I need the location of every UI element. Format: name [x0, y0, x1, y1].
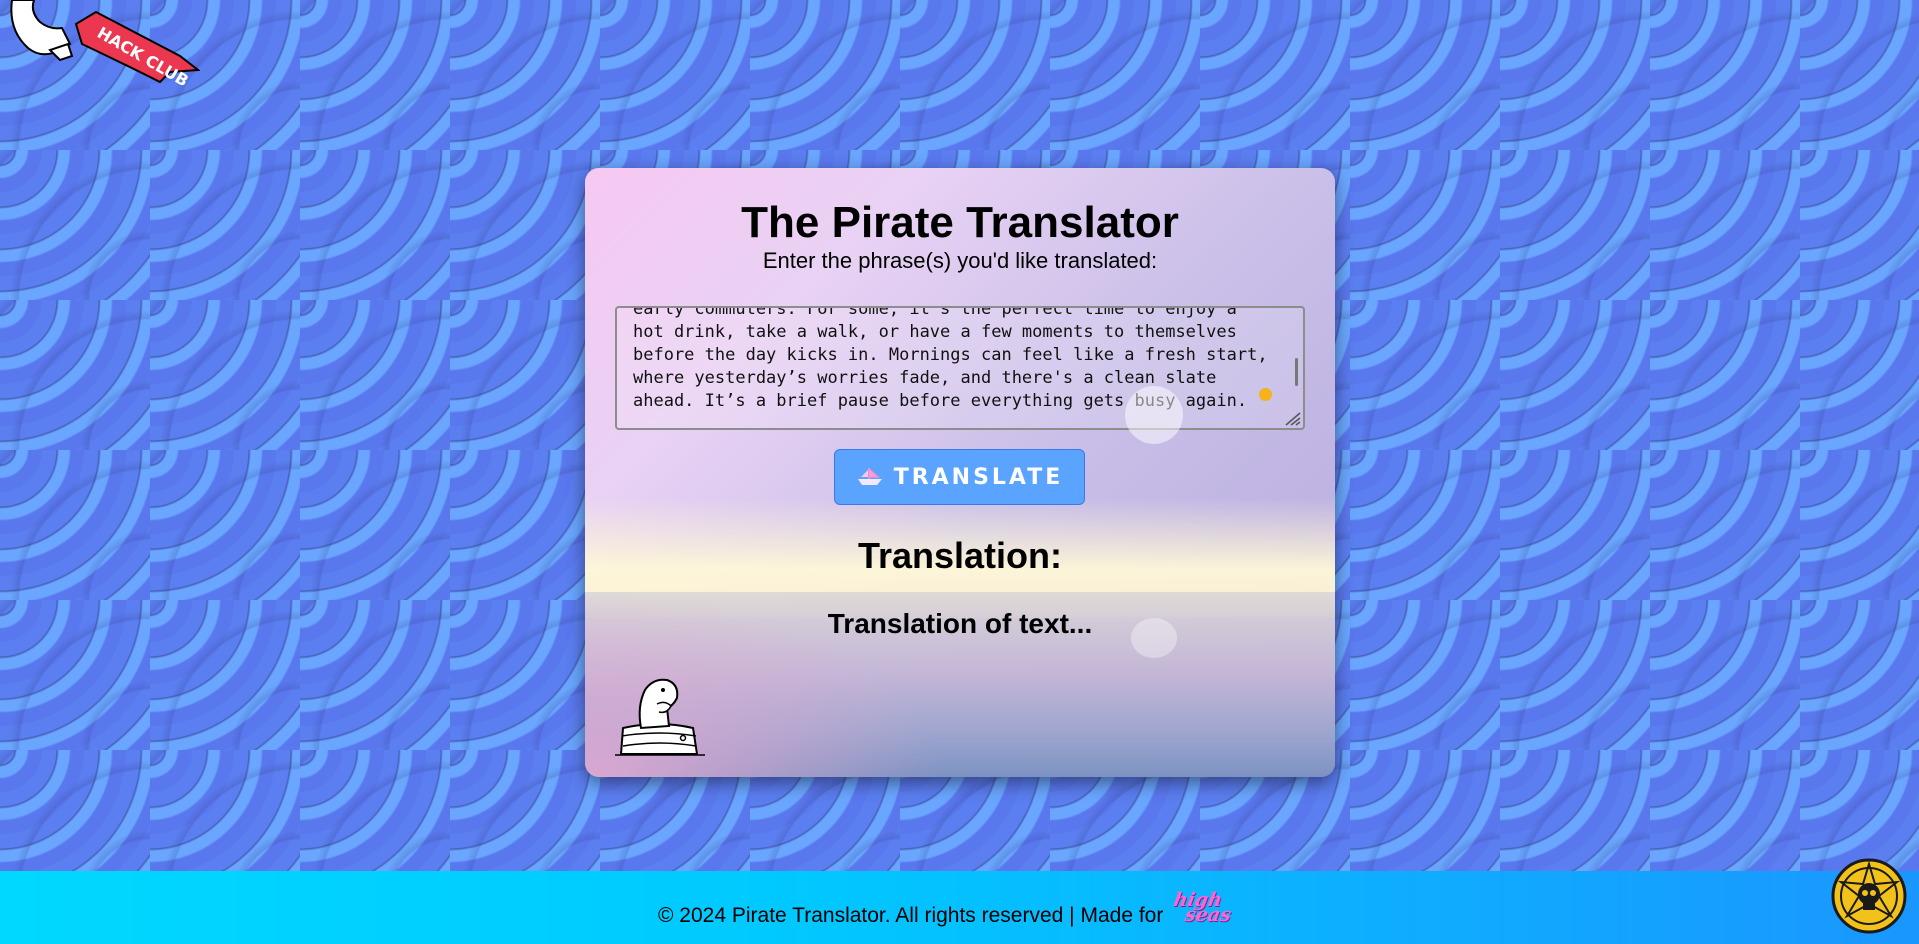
cursor-halo	[1125, 386, 1183, 444]
phrase-textarea[interactable]: early commuters. For some, it's the perf…	[615, 306, 1305, 430]
page-subtitle: Enter the phrase(s) you'd like translate…	[762, 248, 1158, 273]
page-title: The Pirate Translator	[741, 198, 1179, 247]
footer: © 2024 Pirate Translator. All rights res…	[0, 871, 1919, 944]
dinosaur-in-barrel-illustration	[615, 678, 705, 756]
translate-button[interactable]: TRANSLATE	[834, 449, 1085, 505]
resize-handle-icon[interactable]	[1281, 410, 1301, 426]
textarea-scrollbar[interactable]	[1295, 358, 1298, 386]
high-seas-logo-link[interactable]: high seas	[1170, 889, 1235, 926]
cursor-dot	[1259, 388, 1272, 401]
translator-card: The Pirate Translator Enter the phrase(s…	[585, 168, 1335, 777]
ship-icon	[857, 467, 882, 485]
translation-heading: Translation:	[857, 535, 1063, 576]
cursor-trail	[1131, 618, 1177, 658]
footer-text: © 2024 Pirate Translator. All rights res…	[658, 889, 1233, 931]
skull-badge-icon[interactable]	[1831, 858, 1907, 934]
footer-copyright: © 2024 Pirate Translator. All rights res…	[658, 904, 1164, 927]
hack-club-flag-icon: HACK CLUB	[10, 0, 201, 90]
hack-club-flag-link[interactable]: HACK CLUB	[10, 0, 201, 90]
translation-output: Translation of text...	[827, 608, 1093, 639]
translate-button-label: TRANSLATE	[893, 464, 1064, 490]
